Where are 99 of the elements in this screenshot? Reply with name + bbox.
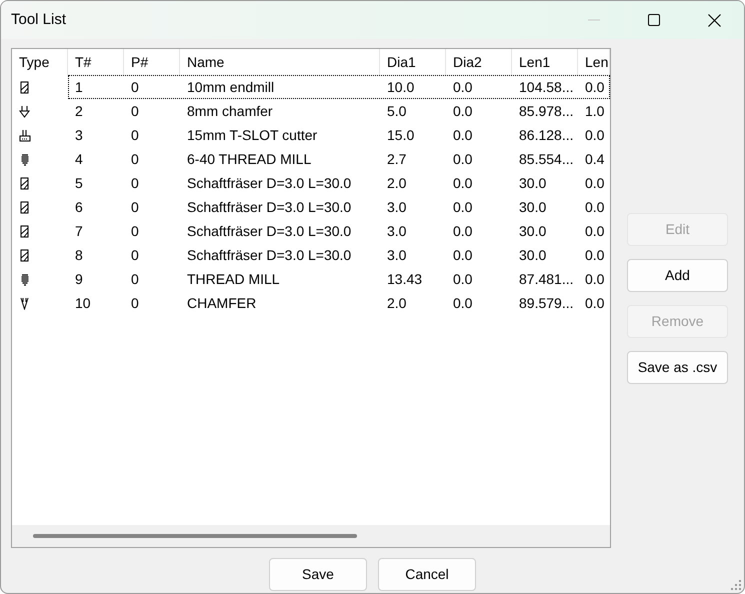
table-cell-text: 10 <box>74 294 92 312</box>
table-cell-text: 10mm endmill <box>186 78 276 96</box>
table-cell-text: 6 <box>74 198 84 216</box>
table-cell-text: THREAD MILL <box>186 270 281 288</box>
endmill-icon <box>19 248 31 262</box>
table-cell-text: 3.0 <box>386 246 408 264</box>
table-cell-text: 8mm chamfer <box>186 102 274 120</box>
table-cell-text: 85.978... <box>518 102 574 120</box>
window-title: Tool List <box>11 10 68 30</box>
table-cell-text: 0.4 <box>584 150 606 168</box>
endmill-icon <box>19 200 31 214</box>
table-cell-text: CHAMFER <box>186 294 258 312</box>
table-cell-text: 0.0 <box>452 102 474 120</box>
table-cell-text: 0 <box>130 126 140 144</box>
table-cell-text: 0.0 <box>452 294 474 312</box>
table-cell-text: 8 <box>74 246 84 264</box>
endmill-icon <box>19 224 31 238</box>
column-header[interactable]: Name <box>180 49 380 75</box>
table-cell-text: 0 <box>130 198 140 216</box>
table-cell-text: 0 <box>130 222 140 240</box>
thread-mill-icon <box>19 152 31 166</box>
side-button[interactable]: Save as .csv <box>627 351 728 384</box>
table-cell-text: 0.0 <box>584 246 606 264</box>
table-cell-text: 0 <box>130 78 140 96</box>
selected-row[interactable]: 1 0 10mm endmill 10.0 0.0 104.58... 0.0 <box>68 75 610 99</box>
endmill-icon <box>19 176 31 190</box>
table-cell-text: 6-40 THREAD MILL <box>186 150 312 168</box>
side-button[interactable]: Add <box>627 259 728 292</box>
table-cell-text: 2 <box>74 102 84 120</box>
t-slot-cutter-icon <box>19 128 31 142</box>
table-cell-text: 0.0 <box>452 78 474 96</box>
thread-mill-icon <box>19 272 31 286</box>
save-button[interactable]: Save <box>269 558 367 591</box>
column-header[interactable]: Len1 <box>512 49 578 75</box>
table-cell-text: Schaftfräser D=3.0 L=30.0 <box>186 174 352 192</box>
table-cell-text: 0.0 <box>452 198 474 216</box>
horizontal-scrollbar[interactable] <box>12 525 610 547</box>
table-cell-text: 30.0 <box>518 198 548 216</box>
table-cell-text: 104.58... <box>518 78 574 96</box>
table-cell-text: 0 <box>130 246 140 264</box>
table-cell-text: 0.0 <box>452 126 474 144</box>
table-cell-text: 0.0 <box>452 150 474 168</box>
table-cell-text: 3.0 <box>386 222 408 240</box>
table-cell-text: 0.0 <box>584 270 606 288</box>
table-cell-text: 0.0 <box>584 126 606 144</box>
table-cell-text: 4 <box>74 150 84 168</box>
table-cell-text: 15mm T-SLOT cutter <box>186 126 318 144</box>
table-cell-text: 87.481... <box>518 270 574 288</box>
table-cell-text: 85.554... <box>518 150 574 168</box>
column-header[interactable]: Dia2 <box>446 49 512 75</box>
cancel-button[interactable]: Cancel <box>378 558 476 591</box>
column-header[interactable]: Dia1 <box>380 49 446 75</box>
endmill-icon <box>19 80 31 94</box>
table-cell-text: 0.0 <box>584 294 606 312</box>
v-bit-icon <box>19 296 31 310</box>
table-cell-text: 3.0 <box>386 198 408 216</box>
table-cell-text: 0.0 <box>584 198 606 216</box>
table-cell-text: 0.0 <box>452 174 474 192</box>
table-cell-text: 0.0 <box>452 246 474 264</box>
table-cell-text: 86.128... <box>518 126 574 144</box>
table-cell-text: 15.0 <box>386 126 416 144</box>
table-cell-text: 2.0 <box>386 174 408 192</box>
table-cell-text: 0 <box>130 270 140 288</box>
table-cell-text: 0.0 <box>584 222 606 240</box>
table-cell-text: Schaftfräser D=3.0 L=30.0 <box>186 246 352 264</box>
table-cell-text: 5.0 <box>386 102 408 120</box>
table-cell-text: 7 <box>74 222 84 240</box>
table-cell-text: 3 <box>74 126 84 144</box>
column-header[interactable]: T# <box>68 49 124 75</box>
table-cell-text: 0 <box>130 174 140 192</box>
table-cell-text: 0 <box>130 102 140 120</box>
table-cell-text: 0.0 <box>452 270 474 288</box>
maximize-icon[interactable] <box>648 14 660 26</box>
chamfer-icon <box>19 104 31 118</box>
table-cell-text: 2.7 <box>386 150 408 168</box>
table-cell-text: 0.0 <box>452 222 474 240</box>
table-cell-text: 13.43 <box>386 270 424 288</box>
table-cell-text: 30.0 <box>518 174 548 192</box>
table-cell-text: 89.579... <box>518 294 574 312</box>
table-cell-text: 5 <box>74 174 84 192</box>
column-header[interactable]: Len <box>578 49 610 75</box>
table-cell-text: 1 <box>74 78 84 96</box>
scrollbar-thumb[interactable] <box>33 534 357 538</box>
column-header[interactable]: Type <box>12 49 68 75</box>
table-cell-text: Schaftfräser D=3.0 L=30.0 <box>186 198 352 216</box>
table-cell-text: 0.0 <box>584 174 606 192</box>
table-cell-text: 1.0 <box>584 102 606 120</box>
table-cell-text: 0 <box>130 294 140 312</box>
close-icon[interactable] <box>708 14 720 26</box>
table-cell-text: 0.0 <box>584 78 606 96</box>
resize-grip-icon[interactable] <box>731 580 741 590</box>
table-cell-text: 0 <box>130 150 140 168</box>
table-cell-text: 10.0 <box>386 78 416 96</box>
table-cell-text: 2.0 <box>386 294 408 312</box>
column-header[interactable]: P# <box>124 49 180 75</box>
table-cell-text: Schaftfräser D=3.0 L=30.0 <box>186 222 352 240</box>
table-cell-text: 9 <box>74 270 84 288</box>
table-cell-text: 30.0 <box>518 246 548 264</box>
table-cell-text: 30.0 <box>518 222 548 240</box>
